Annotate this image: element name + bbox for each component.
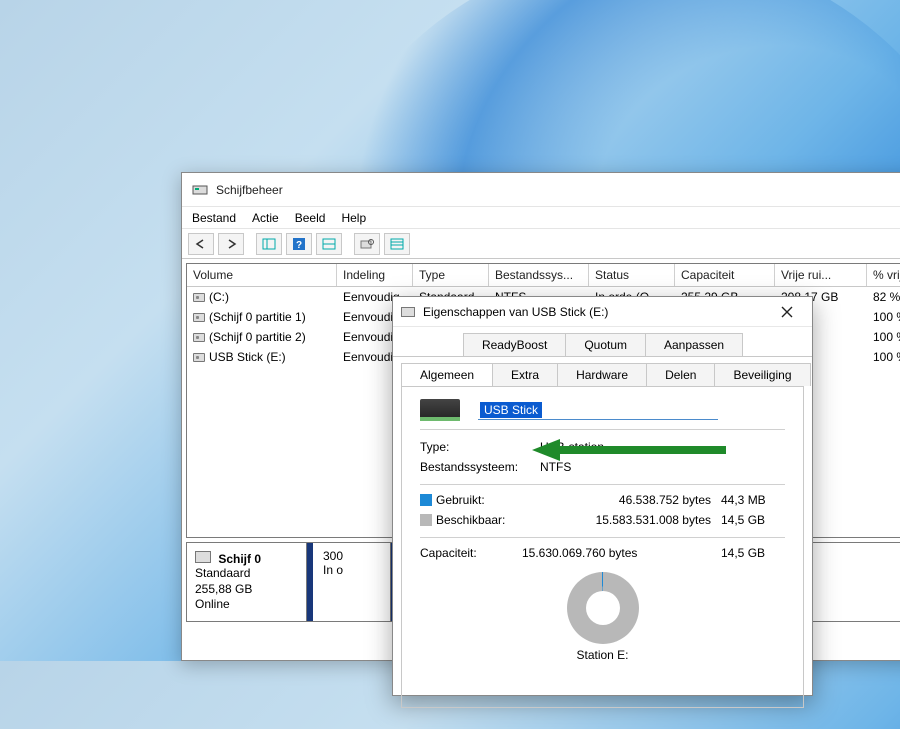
free-human: 14,5 GB: [721, 513, 785, 527]
capacity-label: Capaciteit:: [420, 546, 522, 560]
forward-button[interactable]: [218, 233, 244, 255]
volume-name-value: USB Stick: [480, 402, 542, 418]
capacity-bytes: 15.630.069.760 bytes: [522, 546, 721, 560]
menu-file[interactable]: Bestand: [192, 211, 236, 225]
drive-icon: [193, 313, 205, 322]
used-color-swatch: [420, 494, 432, 506]
titlebar[interactable]: Schijfbeheer —: [182, 173, 900, 207]
disk-name: Schijf 0: [218, 552, 261, 566]
station-label: Station E:: [420, 648, 785, 662]
toolbar: ?: [182, 229, 900, 259]
col-free[interactable]: Vrije rui...: [775, 264, 867, 286]
menu-help[interactable]: Help: [341, 211, 366, 225]
app-icon: [192, 182, 208, 198]
tab-readyboost[interactable]: ReadyBoost: [463, 333, 566, 356]
toolbar-pane-button[interactable]: [256, 233, 282, 255]
col-fs[interactable]: Bestandssys...: [489, 264, 589, 286]
close-button[interactable]: [770, 300, 804, 324]
toolbar-help-button[interactable]: ?: [286, 233, 312, 255]
disk-status: Online: [195, 597, 298, 613]
col-status[interactable]: Status: [589, 264, 675, 286]
back-button[interactable]: [188, 233, 214, 255]
tab-row-front: Algemeen Extra Hardware Delen Beveiligin…: [393, 356, 812, 386]
menubar: Bestand Actie Beeld Help: [182, 207, 900, 229]
dialog-title: Eigenschappen van USB Stick (E:): [423, 305, 608, 319]
usage-donut-chart: [567, 572, 639, 644]
fs-label: Bestandssysteem:: [420, 460, 540, 474]
close-icon: [781, 306, 793, 318]
col-type[interactable]: Type: [413, 264, 489, 286]
toolbar-refresh-button[interactable]: [354, 233, 380, 255]
disk-label-0[interactable]: Schijf 0 Standaard 255,88 GB Online: [186, 542, 306, 622]
toolbar-list-button[interactable]: [384, 233, 410, 255]
dialog-titlebar[interactable]: Eigenschappen van USB Stick (E:): [393, 297, 812, 327]
volume-name-input[interactable]: USB Stick: [478, 401, 718, 420]
drive-icon: [193, 353, 205, 362]
tab-extra[interactable]: Extra: [492, 363, 558, 386]
disk-type: Standaard: [195, 566, 298, 582]
svg-text:?: ?: [296, 240, 302, 251]
used-label: Gebruikt:: [436, 493, 522, 507]
fs-value: NTFS: [540, 460, 785, 474]
tab-quota[interactable]: Quotum: [565, 333, 646, 356]
disk-size: 255,88 GB: [195, 582, 298, 598]
drive-icon: [193, 293, 205, 302]
free-bytes: 15.583.531.008 bytes: [522, 513, 721, 527]
tab-row-back: ReadyBoost Quotum Aanpassen: [393, 327, 812, 356]
used-human: 44,3 MB: [721, 493, 785, 507]
tab-sharing[interactable]: Delen: [646, 363, 715, 386]
used-bytes: 46.538.752 bytes: [522, 493, 721, 507]
drive-icon: [401, 307, 415, 317]
general-tab-panel: USB Stick Type: USB-station Bestandssyst…: [401, 386, 804, 708]
partition-box[interactable]: 300 In o: [307, 543, 391, 621]
col-capacity[interactable]: Capaciteit: [675, 264, 775, 286]
col-layout[interactable]: Indeling: [337, 264, 413, 286]
col-volume[interactable]: Volume: [187, 264, 337, 286]
menu-view[interactable]: Beeld: [295, 211, 326, 225]
properties-dialog: Eigenschappen van USB Stick (E:) ReadyBo…: [392, 296, 813, 696]
disk-icon: [195, 551, 211, 563]
tab-customize[interactable]: Aanpassen: [645, 333, 743, 356]
toolbar-grid-button[interactable]: [316, 233, 342, 255]
free-color-swatch: [420, 514, 432, 526]
tab-general[interactable]: Algemeen: [401, 363, 493, 386]
tab-hardware[interactable]: Hardware: [557, 363, 647, 386]
annotation-arrow-icon: [532, 439, 732, 461]
capacity-human: 14,5 GB: [721, 546, 785, 560]
window-title: Schijfbeheer: [216, 183, 283, 197]
tab-security[interactable]: Beveiliging: [714, 363, 810, 386]
drive-illustration-icon: [420, 399, 460, 421]
col-pctfree[interactable]: % vrij: [867, 264, 900, 286]
menu-action[interactable]: Actie: [252, 211, 279, 225]
drive-icon: [193, 333, 205, 342]
volume-list-header: Volume Indeling Type Bestandssys... Stat…: [187, 264, 900, 287]
free-label: Beschikbaar:: [436, 513, 522, 527]
type-label: Type:: [420, 440, 540, 454]
